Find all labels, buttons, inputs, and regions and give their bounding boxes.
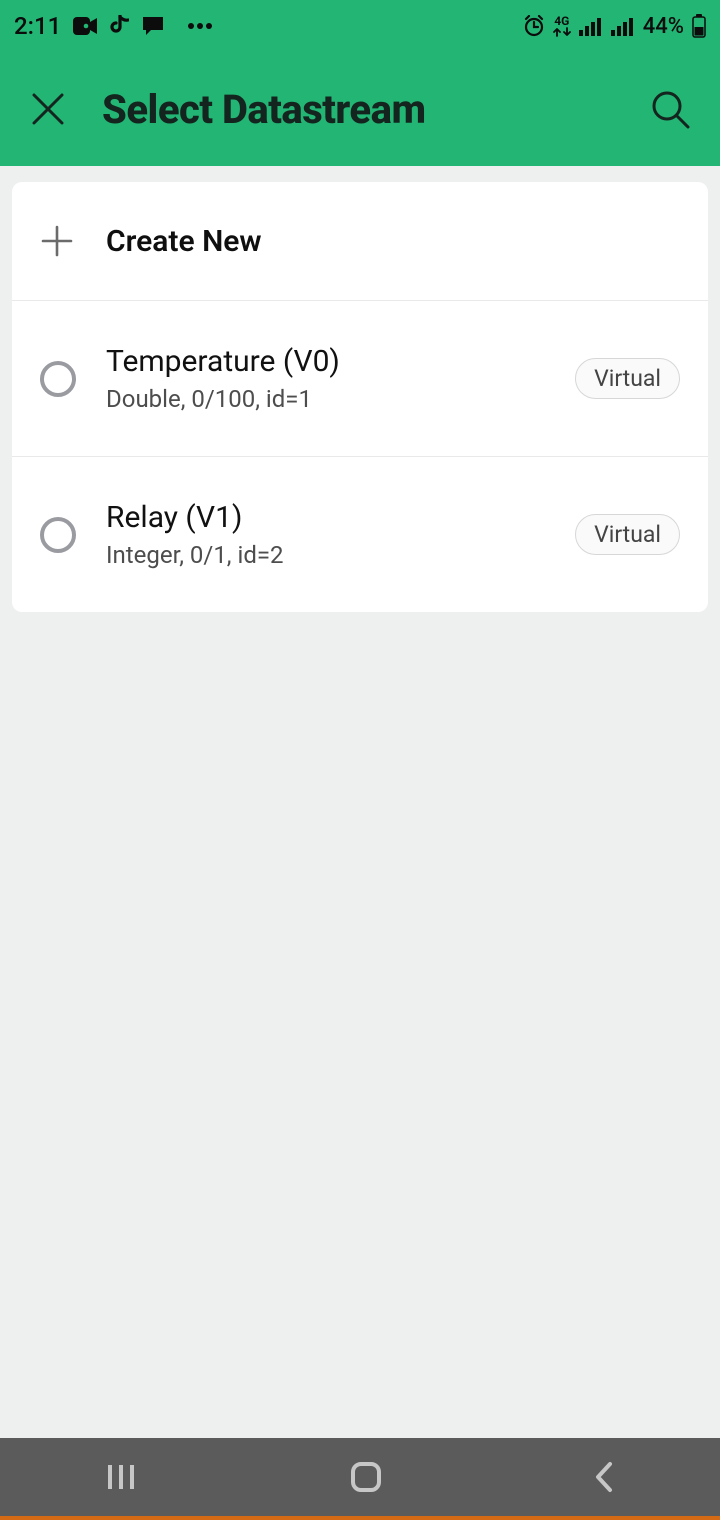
plus-icon — [40, 224, 74, 258]
datastream-row[interactable]: Temperature (V0) Double, 0/100, id=1 Vir… — [12, 300, 708, 456]
battery-icon — [692, 14, 706, 38]
search-icon[interactable] — [648, 87, 692, 131]
signal-secondary-icon — [611, 16, 635, 36]
datastream-badge: Virtual — [575, 358, 680, 399]
datastream-title: Temperature (V0) — [106, 344, 545, 379]
status-right: 4G 44% — [523, 14, 706, 39]
datastream-list: Create New Temperature (V0) Double, 0/10… — [12, 182, 708, 612]
video-icon — [73, 17, 97, 35]
datastream-row[interactable]: Relay (V1) Integer, 0/1, id=2 Virtual — [12, 456, 708, 612]
home-button[interactable] — [348, 1459, 384, 1495]
create-new-row[interactable]: Create New — [12, 182, 708, 300]
battery-text: 44% — [643, 14, 684, 39]
status-bar: 2:11 4G 44% — [0, 0, 720, 52]
datastream-title: Relay (V1) — [106, 500, 545, 535]
close-icon[interactable] — [28, 89, 68, 129]
recents-button[interactable] — [104, 1462, 140, 1492]
network-type-icon: 4G — [553, 15, 571, 37]
status-left: 2:11 — [14, 12, 213, 40]
content-area: Create New Temperature (V0) Double, 0/10… — [0, 166, 720, 1438]
radio-unselected-icon[interactable] — [40, 517, 76, 553]
datastream-subtitle: Double, 0/100, id=1 — [106, 385, 545, 413]
page-title: Select Datastream — [102, 86, 426, 133]
create-new-label: Create New — [106, 224, 262, 259]
datastream-text: Temperature (V0) Double, 0/100, id=1 — [106, 344, 545, 413]
tiktok-icon — [109, 15, 129, 37]
more-dots-icon — [187, 22, 213, 30]
datastream-subtitle: Integer, 0/1, id=2 — [106, 541, 545, 569]
status-time: 2:11 — [14, 12, 61, 40]
app-header: Select Datastream — [0, 52, 720, 166]
back-button[interactable] — [592, 1460, 616, 1494]
datastream-text: Relay (V1) Integer, 0/1, id=2 — [106, 500, 545, 569]
alarm-icon — [523, 15, 545, 37]
signal-icon — [579, 16, 603, 36]
system-nav-bar — [0, 1438, 720, 1520]
radio-unselected-icon[interactable] — [40, 361, 76, 397]
datastream-badge: Virtual — [575, 514, 680, 555]
chat-icon — [141, 15, 165, 37]
